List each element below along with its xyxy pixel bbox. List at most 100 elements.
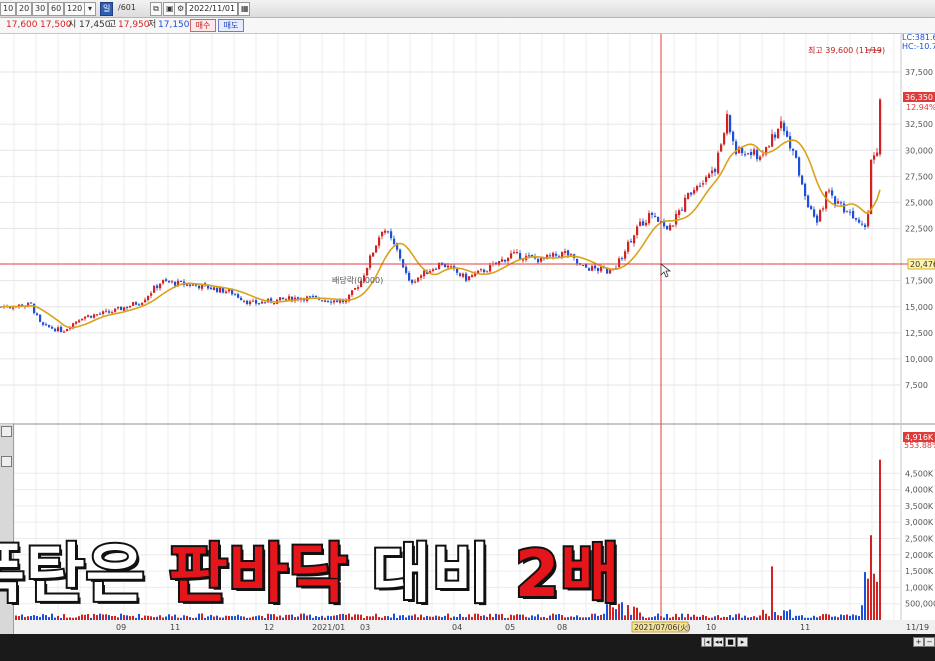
candle-body: [687, 192, 690, 199]
volume-bar: [807, 617, 809, 620]
candle-body: [522, 259, 525, 261]
candle-body: [420, 275, 423, 278]
period-button-60[interactable]: 60: [48, 2, 65, 16]
volume-bar: [315, 616, 317, 620]
calendar-icon[interactable]: ▦: [238, 2, 250, 16]
date-input[interactable]: 2022/11/01: [186, 2, 238, 16]
candle-body: [873, 155, 876, 160]
volume-bar: [180, 617, 182, 620]
candle-body: [168, 280, 171, 283]
volume-bar: [306, 615, 308, 620]
gear-icon[interactable]: ⚙: [174, 2, 186, 16]
volume-bar: [384, 616, 386, 620]
volume-bar: [843, 615, 845, 620]
candle-body: [666, 225, 669, 230]
period-button-10[interactable]: 10: [0, 2, 17, 16]
volume-bar: [102, 614, 104, 620]
volume-bar: [171, 616, 173, 620]
period-button-120[interactable]: 120: [64, 2, 86, 16]
candle-body: [51, 326, 54, 329]
volume-bar: [330, 616, 332, 620]
volume-bar: [438, 616, 440, 620]
candle-body: [711, 170, 714, 174]
candle-body: [156, 285, 159, 288]
volume-bar: [666, 614, 668, 620]
dock-close-icon[interactable]: [1, 426, 12, 437]
copy-icon[interactable]: ⧉: [150, 2, 162, 16]
volume-bar: [699, 616, 701, 620]
volume-bar: [123, 615, 125, 620]
zoom-out-icon[interactable]: −: [924, 637, 935, 647]
volume-bar: [564, 617, 566, 620]
volume-bar: [264, 618, 266, 620]
candle-body: [822, 208, 825, 210]
caption-part-2: 판바닥: [167, 536, 350, 614]
nav-first-icon[interactable]: |◂: [701, 637, 712, 647]
volume-bar: [435, 615, 437, 620]
candle-body: [42, 322, 45, 325]
volume-bar: [396, 617, 398, 620]
volume-bar: [162, 617, 164, 620]
volume-bar: [516, 614, 518, 620]
volume-bar: [186, 615, 188, 620]
volume-bar: [456, 617, 458, 620]
nav-stop-icon[interactable]: ■: [725, 637, 736, 647]
volume-bar: [108, 615, 110, 620]
candle-body: [78, 320, 81, 323]
volume-bar: [465, 617, 467, 620]
nav-prev-icon[interactable]: ◂◂: [713, 637, 724, 647]
period-button-20[interactable]: 20: [16, 2, 33, 16]
candle-body: [489, 265, 492, 272]
candle-body: [774, 134, 777, 138]
candle-body: [246, 300, 249, 304]
mode-daily-button[interactable]: 일: [100, 2, 114, 16]
candle-body: [252, 300, 255, 302]
volume-bar: [90, 617, 92, 620]
candle-body: [45, 324, 48, 326]
candle-body: [792, 148, 795, 151]
candle-body: [96, 314, 99, 316]
sell-button[interactable]: 매도: [218, 19, 244, 32]
volume-bar: [483, 615, 485, 620]
candle-body: [147, 295, 150, 300]
candle-body: [171, 281, 174, 283]
zoom-in-icon[interactable]: +: [913, 637, 924, 647]
volume-bar: [852, 614, 854, 620]
candle-body: [93, 314, 96, 318]
volume-bar: [549, 615, 551, 620]
volume-tick-label: 2,500K: [905, 534, 934, 543]
dock-scroll-up-icon[interactable]: [1, 456, 12, 467]
candle-body: [219, 287, 222, 293]
volume-bar: [75, 617, 77, 620]
volume-bar: [813, 615, 815, 620]
candle-body: [87, 315, 90, 318]
low-label: 저: [148, 20, 157, 30]
caption-part-4: 2배: [513, 536, 621, 614]
volume-bar: [135, 617, 137, 620]
price-tick-label: 7,500: [905, 381, 928, 390]
volume-bar: [408, 615, 410, 620]
volume-bar: [468, 614, 470, 620]
candle-body: [483, 269, 486, 273]
volume-bar: [708, 617, 710, 620]
candle-body: [189, 284, 192, 286]
nav-next-icon[interactable]: ▸: [737, 637, 748, 647]
candle-body: [336, 300, 339, 303]
volume-bar: [60, 617, 62, 620]
candle-body: [165, 279, 168, 281]
volume-bar: [294, 616, 296, 620]
candle-body: [723, 133, 726, 145]
volume-bar: [690, 616, 692, 620]
candle-body: [357, 287, 360, 289]
buy-button[interactable]: 매수: [190, 19, 216, 32]
candle-body: [627, 241, 630, 252]
candle-body: [240, 297, 243, 301]
period-button-30[interactable]: 30: [32, 2, 49, 16]
candle-body: [54, 328, 57, 332]
dropdown-arrow-icon[interactable]: ▾: [84, 2, 96, 16]
volume-bar: [204, 617, 206, 620]
candle-body: [591, 266, 594, 271]
candle-body: [828, 190, 831, 192]
volume-bar: [819, 616, 821, 620]
candle-body: [444, 264, 447, 268]
